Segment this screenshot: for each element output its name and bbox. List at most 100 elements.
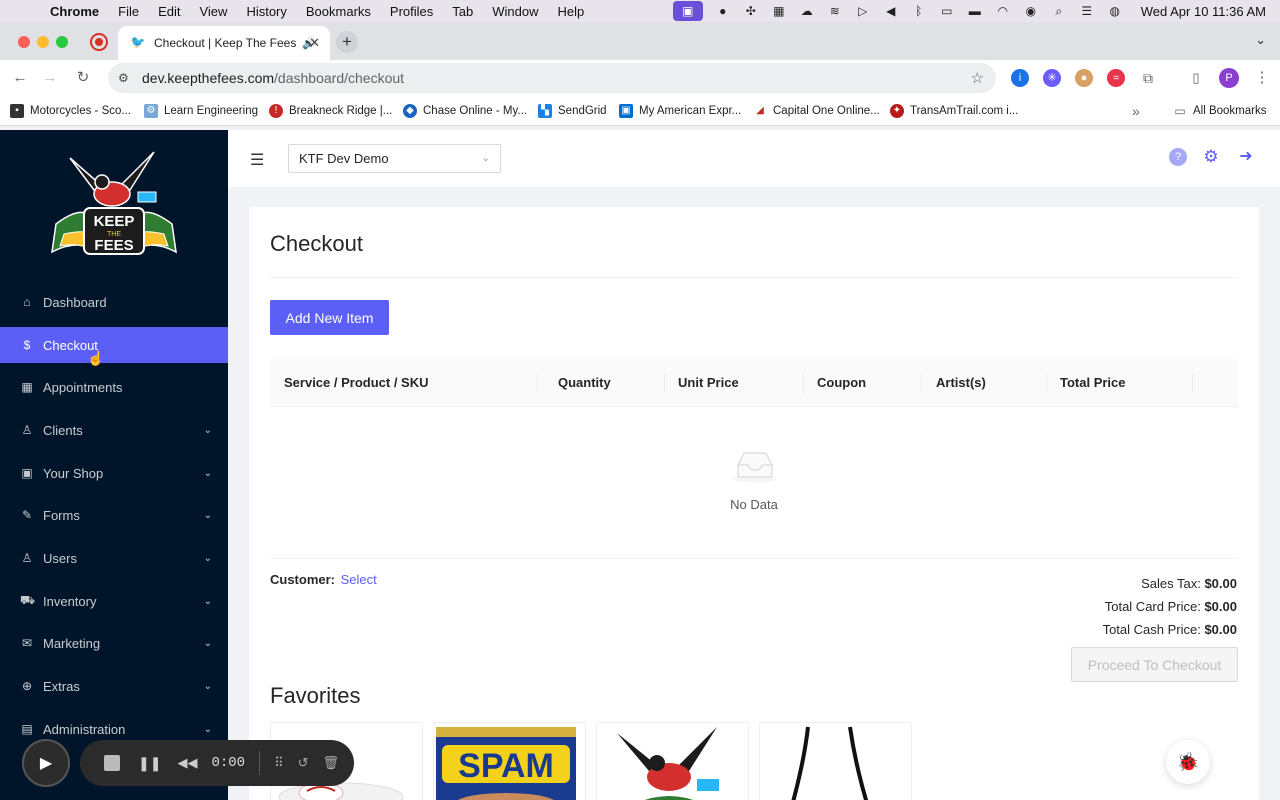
site-settings-icon[interactable]: ⚙ xyxy=(118,71,134,85)
bookmark-item[interactable]: ! Breakneck Ridge |... xyxy=(269,104,392,118)
bookmark-item[interactable]: ✦ TransAmTrail.com i... xyxy=(890,104,1018,118)
menu-file[interactable]: File xyxy=(118,4,139,19)
sidebar-item-appointments[interactable]: ▦ Appointments xyxy=(0,369,228,405)
menu-profiles[interactable]: Profiles xyxy=(390,4,433,19)
grid-drag-icon[interactable]: ⠿ xyxy=(274,755,284,771)
password-extension-icon[interactable]: i xyxy=(1011,69,1029,87)
column-header-artists[interactable]: Artist(s) xyxy=(936,375,986,390)
sidebar-item-users[interactable]: ♙ Users ⌄ xyxy=(0,540,228,576)
rewind-icon[interactable]: ◀◀ xyxy=(177,755,197,771)
sidebar-item-extras[interactable]: ⊕ Extras ⌄ xyxy=(0,668,228,704)
close-tab-icon[interactable]: ✕ xyxy=(309,35,320,51)
select-customer-link[interactable]: Select xyxy=(341,572,377,587)
sidebar-item-checkout[interactable]: $ Checkout xyxy=(0,327,228,363)
play-icon[interactable]: ▷ xyxy=(855,4,871,18)
status-app-icon[interactable]: ≋ xyxy=(827,4,843,18)
new-tab-button[interactable]: + xyxy=(336,31,358,53)
status-app-icon[interactable]: ● xyxy=(715,4,731,18)
trash-icon[interactable]: 🗑 xyxy=(323,755,340,771)
forward-icon[interactable]: → xyxy=(40,68,60,88)
bookmark-star-icon[interactable]: ☆ xyxy=(971,69,984,87)
profile-avatar[interactable]: P xyxy=(1219,68,1239,88)
puzzle-extensions-icon[interactable]: ⧉ xyxy=(1139,69,1157,87)
bookmark-item[interactable]: ▚ SendGrid xyxy=(538,104,607,118)
address-bar[interactable]: ⚙ dev.keepthefees.com/dashboard/checkout… xyxy=(108,63,996,93)
extension-icon[interactable]: ✳ xyxy=(1043,69,1061,87)
all-bookmarks-button[interactable]: ▭ All Bookmarks xyxy=(1173,104,1266,118)
menu-help[interactable]: Help xyxy=(558,4,585,19)
back-icon[interactable]: ← xyxy=(10,68,30,88)
extension-icon[interactable]: ● xyxy=(1075,69,1093,87)
proceed-to-checkout-button[interactable]: Proceed To Checkout xyxy=(1071,647,1238,682)
bookmark-label: Breakneck Ridge |... xyxy=(289,105,393,117)
menu-edit[interactable]: Edit xyxy=(158,4,180,19)
browser-tab-active[interactable]: 🐦 Checkout | Keep The Fees 🔊 ✕ xyxy=(118,26,330,60)
sidebar-item-your-shop[interactable]: ▣ Your Shop ⌄ xyxy=(0,455,228,491)
chevron-down-icon: ⌄ xyxy=(203,552,212,564)
battery-icon[interactable]: ▬ xyxy=(967,4,983,18)
column-header-coupon[interactable]: Coupon xyxy=(817,375,866,390)
menu-history[interactable]: History xyxy=(246,4,286,19)
sidebar-item-marketing[interactable]: ✉ Marketing ⌄ xyxy=(0,625,228,661)
restart-icon[interactable]: ↺ xyxy=(298,755,309,771)
display-icon[interactable]: ▭ xyxy=(939,4,955,18)
add-new-item-button[interactable]: Add New Item xyxy=(270,300,389,335)
more-menu-icon[interactable]: ⋮ xyxy=(1252,68,1272,88)
status-app-icon[interactable]: ▦ xyxy=(771,4,787,18)
minimize-window-button[interactable] xyxy=(37,36,49,48)
menu-app-name[interactable]: Chrome xyxy=(50,4,99,19)
user-switch-icon[interactable]: ◉ xyxy=(1023,4,1039,18)
side-panel-icon[interactable]: ▯ xyxy=(1187,69,1205,87)
screen-share-icon[interactable]: ▣ xyxy=(672,1,703,21)
shop-select[interactable]: KTF Dev Demo ⌄ xyxy=(288,144,501,173)
bookmark-item[interactable]: ◢ Capital One Online... xyxy=(753,104,880,118)
column-header-unit-price[interactable]: Unit Price xyxy=(678,375,739,390)
favorite-item-card[interactable] xyxy=(596,722,749,800)
support-widget-button[interactable]: 🐞 xyxy=(1166,740,1210,784)
menu-bookmarks[interactable]: Bookmarks xyxy=(306,4,371,19)
bookmark-item[interactable]: ⚙ Learn Engineering xyxy=(144,104,258,118)
bookmarks-overflow-icon[interactable]: » xyxy=(1132,103,1140,119)
status-app-icon[interactable]: ☁ xyxy=(799,4,815,18)
gear-icon[interactable]: ⚙ xyxy=(1202,148,1220,166)
url-path: /dashboard/checkout xyxy=(274,70,405,86)
bookmark-item[interactable]: ▪ Motorcycles - Sco... xyxy=(10,104,131,118)
favorite-item-card[interactable] xyxy=(759,722,912,800)
menu-window[interactable]: Window xyxy=(492,4,538,19)
volume-icon[interactable]: ◀ xyxy=(883,4,899,18)
camera-toggle-button[interactable]: ▶ xyxy=(22,739,70,787)
help-icon[interactable]: ? xyxy=(1169,148,1187,166)
sidebar-item-inventory[interactable]: ⛟ Inventory ⌄ xyxy=(0,583,228,619)
extension-icon[interactable]: ≈ xyxy=(1107,69,1125,87)
sidebar-item-dashboard[interactable]: ⌂ Dashboard xyxy=(0,284,228,320)
tab-search-chevron-icon[interactable]: ⌄ xyxy=(1255,32,1266,48)
bluetooth-icon[interactable]: ᛒ xyxy=(911,4,927,18)
reload-icon[interactable]: ↻ xyxy=(73,68,93,88)
wifi-icon[interactable]: ◠ xyxy=(995,4,1011,18)
stop-recording-button[interactable] xyxy=(104,755,120,771)
logout-icon[interactable]: ➜ xyxy=(1237,148,1255,166)
keep-the-fees-logo[interactable]: KEEP THE FEES xyxy=(50,146,178,266)
spotlight-icon[interactable]: ⌕ xyxy=(1051,4,1067,18)
menu-tab[interactable]: Tab xyxy=(452,4,473,19)
sidebar-item-forms[interactable]: ✎ Forms ⌄ xyxy=(0,497,228,533)
recording-indicator-icon[interactable] xyxy=(90,33,108,51)
spam-label: SPAM xyxy=(458,747,554,785)
favorite-item-card[interactable]: SPAM xyxy=(433,722,586,800)
menu-view[interactable]: View xyxy=(199,4,227,19)
column-header-service[interactable]: Service / Product / SKU xyxy=(284,375,429,390)
close-window-button[interactable] xyxy=(18,36,30,48)
siri-icon[interactable]: ◍ xyxy=(1107,4,1123,18)
maximize-window-button[interactable] xyxy=(56,36,68,48)
pause-icon[interactable]: ❚❚ xyxy=(138,755,161,772)
bookmark-item[interactable]: ▣ My American Expr... xyxy=(619,104,741,118)
dropbox-icon[interactable]: ✣ xyxy=(743,4,759,18)
column-header-total-price[interactable]: Total Price xyxy=(1060,375,1126,390)
form-icon: ✎ xyxy=(21,508,33,522)
sidebar-item-clients[interactable]: ♙ Clients ⌄ xyxy=(0,412,228,448)
control-center-icon[interactable]: ☰ xyxy=(1079,4,1095,18)
column-header-quantity[interactable]: Quantity xyxy=(558,375,611,390)
menu-fold-icon[interactable]: ☰ xyxy=(250,150,264,170)
menubar-clock[interactable]: Wed Apr 10 11:36 AM xyxy=(1141,4,1266,19)
bookmark-item[interactable]: ◆ Chase Online - My... xyxy=(403,104,527,118)
